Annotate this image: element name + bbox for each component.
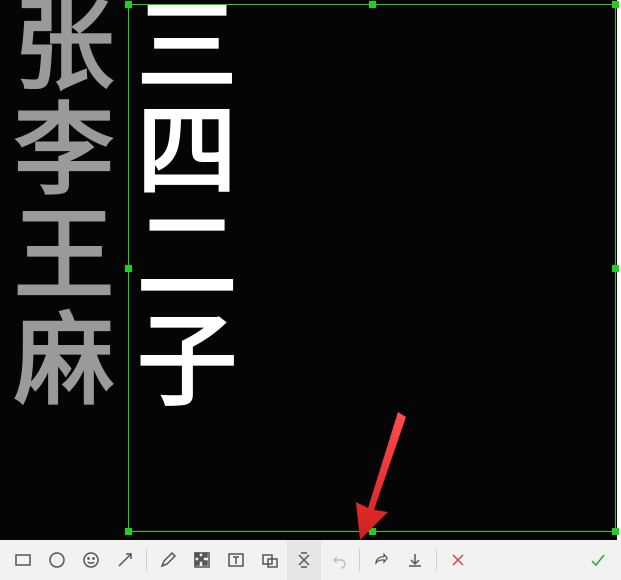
sel-char-1: 四 (137, 100, 237, 205)
bg-char-0: 张 (14, 0, 114, 99)
resize-handle-w[interactable] (125, 265, 132, 272)
confirm-button[interactable] (581, 540, 615, 580)
pen-icon (159, 551, 177, 569)
sequence-icon (261, 551, 279, 569)
tool-text-button[interactable] (219, 540, 253, 580)
resize-handle-n[interactable] (369, 1, 376, 8)
tool-pen-button[interactable] (151, 540, 185, 580)
toolbar-separator (436, 549, 437, 571)
circle-icon (48, 551, 66, 569)
tool-rectangle-button[interactable] (6, 540, 40, 580)
undo-icon (329, 551, 347, 569)
close-icon (449, 551, 467, 569)
tool-undo-button[interactable] (321, 540, 355, 580)
bg-char-2: 王 (14, 204, 114, 309)
toolbar (0, 540, 621, 580)
screenshot-editor: 张 李 王 麻 三 四 二 子 (0, 0, 621, 580)
bg-char-3: 麻 (14, 309, 114, 414)
sel-char-2: 二 (137, 205, 237, 310)
toolbar-separator (146, 549, 147, 571)
tool-sequence-button[interactable] (253, 540, 287, 580)
resize-handle-s[interactable] (369, 528, 376, 535)
pin-icon (295, 551, 313, 569)
share-icon (372, 551, 390, 569)
sel-char-3: 子 (137, 310, 237, 415)
resize-handle-e[interactable] (612, 265, 619, 272)
resize-handle-se[interactable] (612, 528, 619, 535)
bg-char-1: 李 (14, 99, 114, 204)
resize-handle-nw[interactable] (125, 1, 132, 8)
selected-text-element[interactable]: 三 四 二 子 (137, 0, 237, 415)
emoji-icon (82, 551, 100, 569)
save-button[interactable] (398, 540, 432, 580)
sel-char-0: 三 (137, 0, 237, 100)
share-button[interactable] (364, 540, 398, 580)
toolbar-separator (359, 549, 360, 571)
download-icon (406, 551, 424, 569)
arrow-icon (116, 551, 134, 569)
resize-handle-sw[interactable] (125, 528, 132, 535)
tool-pin-button[interactable] (287, 540, 321, 580)
resize-handle-ne[interactable] (612, 1, 619, 8)
cancel-button[interactable] (441, 540, 475, 580)
mosaic-icon (193, 551, 211, 569)
text-icon (227, 551, 245, 569)
tool-ellipse-button[interactable] (40, 540, 74, 580)
text-selection-bounding-box[interactable]: 三 四 二 子 (128, 4, 616, 532)
tool-arrow-button[interactable] (108, 540, 142, 580)
tool-mosaic-button[interactable] (185, 540, 219, 580)
rectangle-icon (14, 551, 32, 569)
check-icon (589, 551, 607, 569)
tool-sticker-button[interactable] (74, 540, 108, 580)
canvas[interactable]: 张 李 王 麻 三 四 二 子 (0, 0, 617, 540)
background-text-element: 张 李 王 麻 (14, 0, 114, 414)
